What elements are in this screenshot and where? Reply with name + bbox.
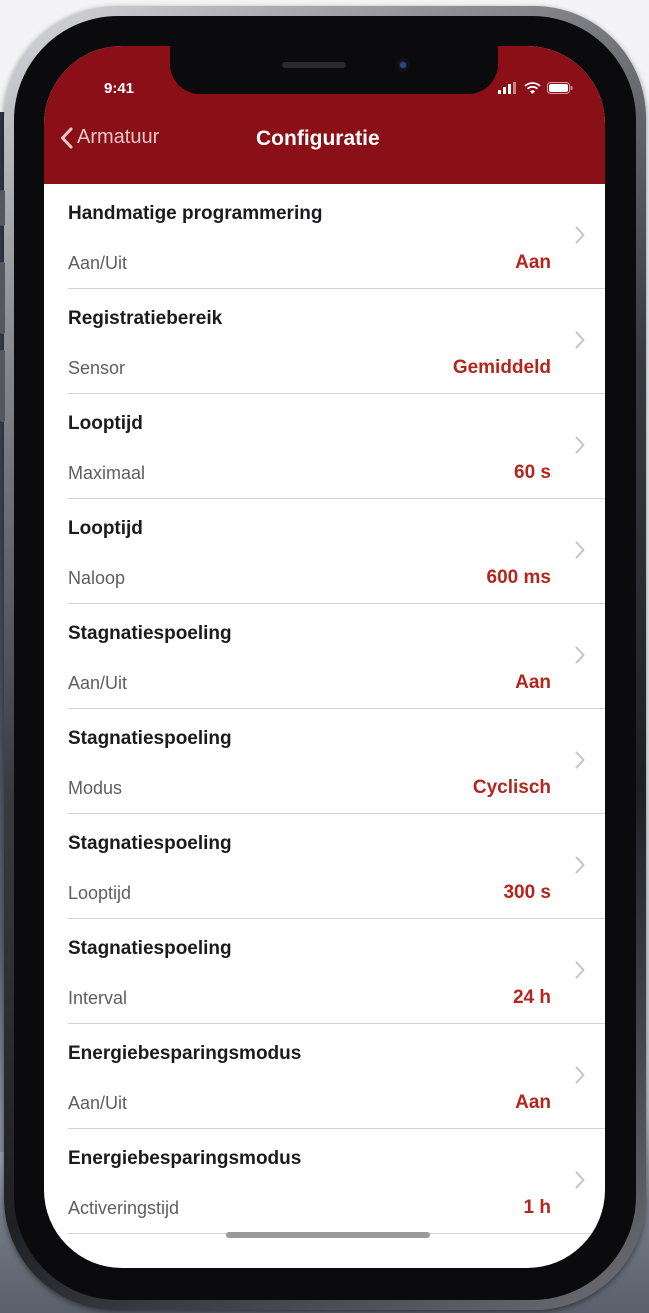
chevron-left-icon xyxy=(61,127,73,148)
chevron-right-icon xyxy=(575,226,585,244)
setting-value: 1 h xyxy=(523,1197,551,1218)
setting-label: Activeringstijd xyxy=(68,1198,180,1218)
setting-value: Aan xyxy=(515,672,551,693)
volume-down-button xyxy=(0,350,5,422)
status-time: 9:41 xyxy=(104,80,135,97)
setting-row-stagnation-runtime[interactable]: Stagnatiespoeling Looptijd 300 s xyxy=(44,814,605,919)
notch xyxy=(170,46,498,94)
setting-row-runtime-delay[interactable]: Looptijd Naloop 600 ms xyxy=(44,499,605,604)
setting-label: Aan/Uit xyxy=(68,673,128,693)
chevron-right-icon xyxy=(575,856,585,874)
chevron-right-icon xyxy=(575,1066,585,1084)
setting-title: Stagnatiespoeling xyxy=(68,938,232,959)
phone-screen: 9:41 Armatuur Configuratie Handmatige pr… xyxy=(44,46,605,1268)
setting-title: Stagnatiespoeling xyxy=(68,728,232,749)
setting-value: 600 ms xyxy=(486,567,551,588)
setting-label: Sensor xyxy=(68,358,126,378)
wifi-icon xyxy=(524,82,541,94)
chevron-right-icon xyxy=(575,331,585,349)
setting-row-runtime-max[interactable]: Looptijd Maximaal 60 s xyxy=(44,394,605,499)
setting-label: Maximaal xyxy=(68,463,146,483)
chevron-right-icon xyxy=(575,646,585,664)
setting-title: Registratiebereik xyxy=(68,308,223,329)
settings-list: Handmatige programmering Aan/Uit Aan Reg… xyxy=(44,184,605,1234)
setting-title: Stagnatiespoeling xyxy=(68,623,232,644)
setting-title: Energiebesparingsmodus xyxy=(68,1043,302,1064)
setting-title: Looptijd xyxy=(68,413,143,434)
chevron-right-icon xyxy=(575,751,585,769)
setting-label: Aan/Uit xyxy=(68,253,128,273)
setting-title: Stagnatiespoeling xyxy=(68,833,232,854)
mute-switch xyxy=(0,190,5,226)
chevron-right-icon xyxy=(575,1171,585,1189)
setting-value: 24 h xyxy=(512,987,551,1008)
setting-value: Aan xyxy=(515,252,551,273)
setting-label: Aan/Uit xyxy=(68,1093,128,1113)
back-label: Armatuur xyxy=(77,126,160,148)
setting-row-detection-range[interactable]: Registratiebereik Sensor Gemiddeld xyxy=(44,289,605,394)
back-button[interactable]: Armatuur xyxy=(60,126,159,149)
setting-label: Looptijd xyxy=(68,883,132,903)
setting-row-stagnation-onoff[interactable]: Stagnatiespoeling Aan/Uit Aan xyxy=(44,604,605,709)
home-indicator[interactable] xyxy=(226,1232,430,1238)
page-title: Configuratie xyxy=(256,127,380,150)
setting-row-energy-saving-activation[interactable]: Energiebesparingsmodus Activeringstijd 1… xyxy=(44,1129,605,1234)
volume-up-button xyxy=(0,262,5,334)
setting-value: Aan xyxy=(515,1092,551,1113)
setting-value: 60 s xyxy=(514,462,551,483)
setting-label: Naloop xyxy=(68,568,126,588)
setting-label: Modus xyxy=(68,778,123,798)
setting-row-manual-programming[interactable]: Handmatige programmering Aan/Uit Aan xyxy=(44,184,605,289)
chevron-right-icon xyxy=(575,436,585,454)
chevron-right-icon xyxy=(575,961,585,979)
setting-row-stagnation-mode[interactable]: Stagnatiespoeling Modus Cyclisch xyxy=(44,709,605,814)
setting-row-energy-saving-onoff[interactable]: Energiebesparingsmodus Aan/Uit Aan xyxy=(44,1024,605,1129)
battery-icon xyxy=(547,82,573,94)
setting-title: Handmatige programmering xyxy=(68,203,323,224)
front-camera xyxy=(396,58,410,72)
cellular-signal-icon xyxy=(498,82,516,94)
setting-label: Interval xyxy=(68,988,128,1008)
speaker-grille xyxy=(282,62,346,68)
setting-title: Energiebesparingsmodus xyxy=(68,1148,302,1169)
setting-title: Looptijd xyxy=(68,518,143,539)
status-icons xyxy=(498,82,573,94)
setting-value: Cyclisch xyxy=(472,777,551,798)
chevron-right-icon xyxy=(575,541,585,559)
setting-value: 300 s xyxy=(503,882,551,903)
navigation-header: 9:41 Armatuur Configuratie xyxy=(44,46,605,184)
setting-row-stagnation-interval[interactable]: Stagnatiespoeling Interval 24 h xyxy=(44,919,605,1024)
setting-value: Gemiddeld xyxy=(452,357,551,378)
